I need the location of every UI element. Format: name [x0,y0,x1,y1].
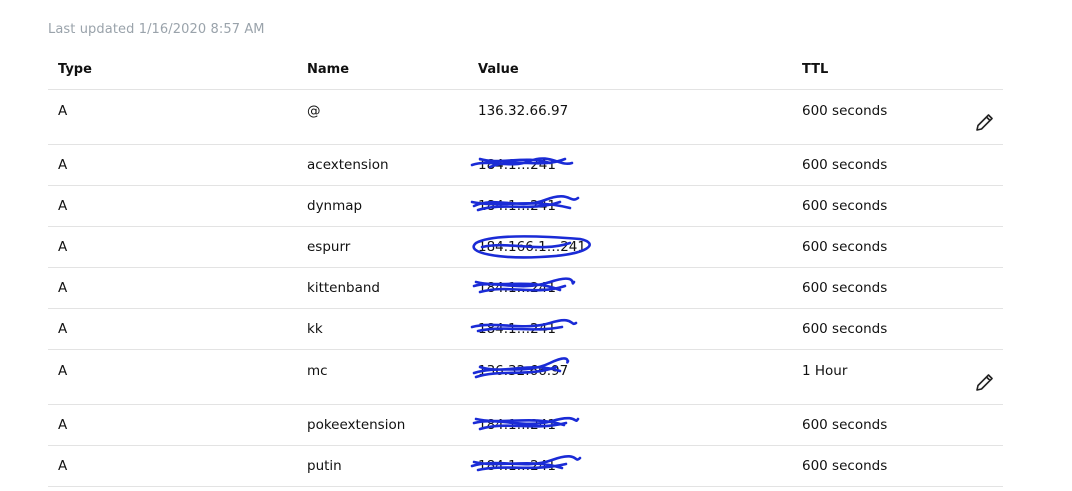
dns-records-page: Last updated 1/16/2020 8:57 AM Type Name… [0,0,1072,491]
record-value-cell: 184.1…241 [470,309,578,349]
record-ttl: 600 seconds [802,198,888,214]
table-row: A @136.32.66.97 600 seconds [48,90,1003,145]
record-name: @ [307,103,321,119]
record-ttl: 600 seconds [802,103,888,119]
pencil-icon [976,374,993,391]
edit-record-button[interactable] [973,370,997,394]
record-ttl: 600 seconds [802,458,888,474]
record-value-cell: 184.1…241 [470,145,574,185]
table-row: Aacextension 184.1…241 600 seconds [48,145,1003,186]
record-name: kittenband [307,280,380,296]
record-ttl: 1 Hour [802,363,848,379]
table-row: Aespurr 184.166.1…241 600 seconds [48,227,1003,268]
record-value-cell: 184.1…241 [470,186,580,226]
record-value: 184.166.1…241 [478,239,586,255]
record-value-cell: 136.32.66.97 [478,91,568,131]
record-type: A [58,321,68,337]
table-row: Akittenband 184.1…241 600 seconds [48,268,1003,309]
header-ttl: TTL [802,62,829,77]
record-name: putin [307,458,342,474]
record-name: kk [307,321,323,337]
record-type: A [58,363,68,379]
record-name: acextension [307,157,389,173]
record-value-wrap: 136.32.66.97 [478,91,568,131]
record-value-wrap: 184.1…241 [470,446,582,486]
record-value-wrap: 184.1…241 [470,309,578,349]
record-type: A [58,458,68,474]
record-value-cell: 136.32.66.97 [472,351,570,391]
table-row: Akk 184.1…241 600 seconds [48,309,1003,350]
pencil-icon [976,114,993,131]
record-type: A [58,239,68,255]
record-value-cell: 184.1…241 [472,268,576,308]
table-row: Apokeextension 184.1…241 600 seconds [48,405,1003,446]
edit-record-button[interactable] [973,110,997,134]
record-value: 184.1…241 [478,198,556,214]
table-row: Aputin 184.1…241 600 seconds [48,446,1003,487]
header-name: Name [307,62,350,77]
record-ttl: 600 seconds [802,239,888,255]
record-value: 184.1…241 [478,321,556,337]
record-ttl: 600 seconds [802,417,888,433]
table-body: A @136.32.66.97 600 seconds Aacextension 184… [48,90,1003,487]
record-name: mc [307,363,328,379]
record-value-cell: 184.1…241 [472,405,580,445]
record-type: A [58,280,68,296]
record-value-wrap: 184.1…241 [472,268,576,308]
record-value: 184.1…241 [478,458,556,474]
record-type: A [58,103,68,119]
record-ttl: 600 seconds [802,280,888,296]
table-row: Amc 136.32.66.97 1 Hour [48,350,1003,405]
record-value-wrap: 184.1…241 [472,405,580,445]
record-value-wrap: 184.1…241 [470,186,580,226]
record-name: espurr [307,239,351,255]
record-type: A [58,157,68,173]
record-value: 184.1…241 [478,280,556,296]
record-value-wrap: 136.32.66.97 [472,351,570,391]
table-header: Type Name Value TTL [48,51,1003,90]
last-updated-text: Last updated 1/16/2020 8:57 AM [48,22,265,37]
record-value: 136.32.66.97 [478,103,569,119]
record-type: A [58,417,68,433]
table-row: Adynmap 184.1…241 600 seconds [48,186,1003,227]
record-value-cell: 184.166.1…241 [472,227,591,267]
record-value: 136.32.66.97 [478,363,569,379]
record-value-cell: 184.1…241 [470,446,582,486]
record-value: 184.1…241 [478,157,556,173]
record-ttl: 600 seconds [802,321,888,337]
record-value: 184.1…241 [478,417,556,433]
dns-records-table: Type Name Value TTL A @136.32.66.97 600 se… [48,51,1003,487]
record-value-wrap: 184.166.1…241 [472,227,591,267]
record-value-wrap: 184.1…241 [470,145,574,185]
record-ttl: 600 seconds [802,157,888,173]
record-name: pokeextension [307,417,406,433]
record-type: A [58,198,68,214]
record-name: dynmap [307,198,363,214]
header-value: Value [478,62,519,77]
header-type: Type [58,62,92,77]
